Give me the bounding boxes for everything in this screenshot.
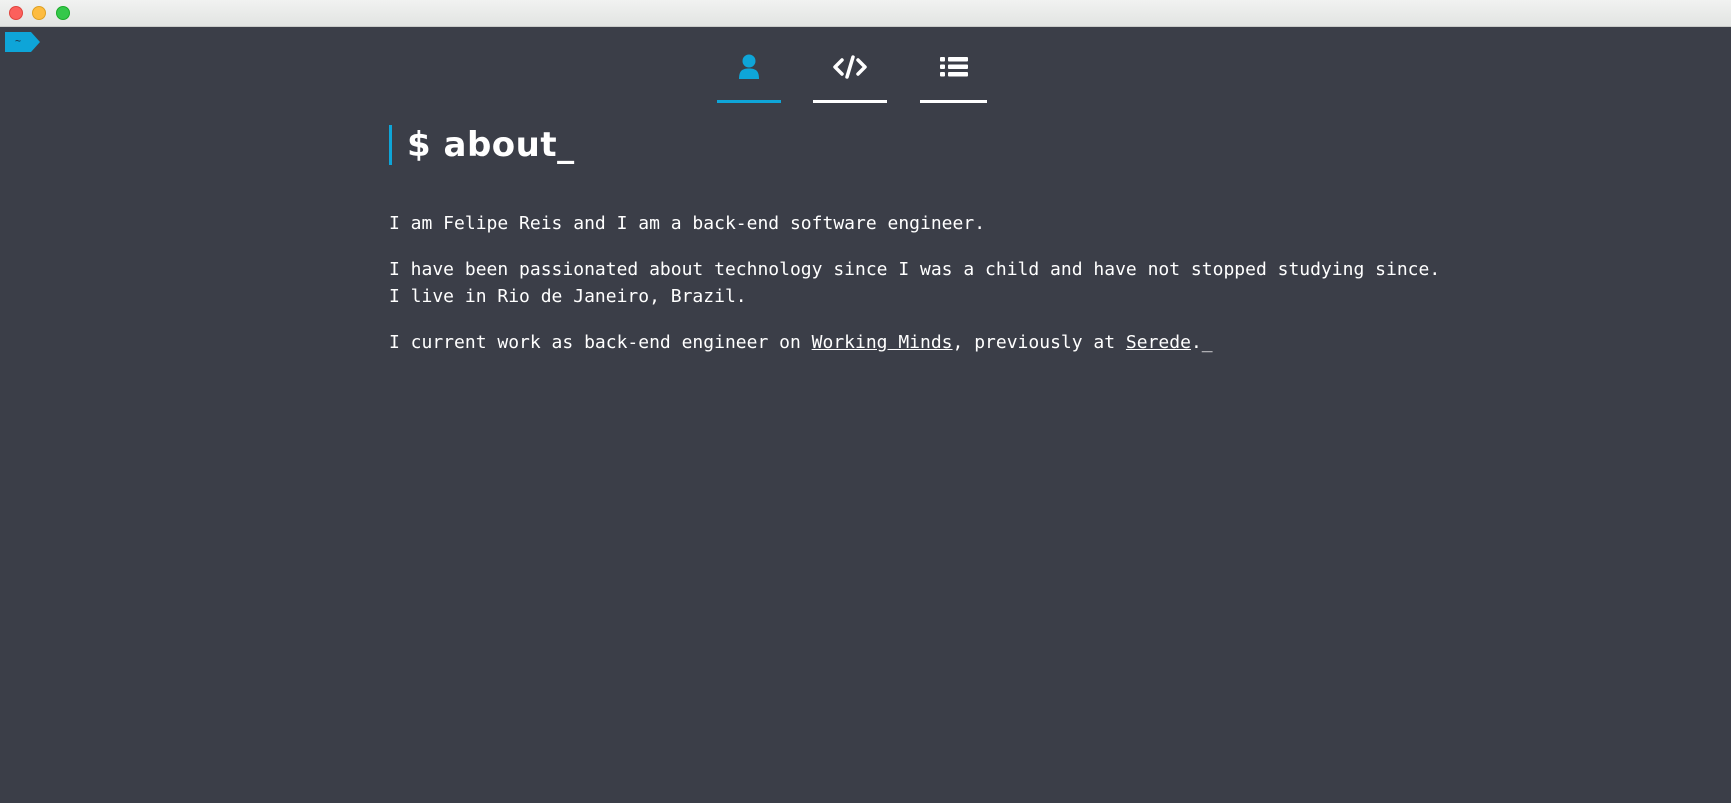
nav-about-underline	[717, 100, 781, 103]
title-bar	[0, 0, 1731, 27]
page-title: $ about_	[389, 125, 1449, 165]
list-icon	[939, 57, 968, 77]
nav-list-underline	[920, 100, 987, 103]
browser-window: ~ $ about_ I am Felipe Reis and I am a b…	[0, 0, 1731, 803]
work-text-suffix: .	[1190, 332, 1202, 353]
work-text-middle: , previously at	[952, 332, 1126, 353]
nav-item-about[interactable]	[717, 45, 781, 103]
window-title	[720, 6, 1010, 20]
maximize-window-button[interactable]	[56, 6, 70, 20]
work-paragraph: I current work as back-end engineer on W…	[389, 329, 1449, 356]
minimize-window-button[interactable]	[32, 6, 46, 20]
code-icon	[833, 55, 867, 79]
about-section: $ about_ I am Felipe Reis and I am a bac…	[389, 125, 1449, 375]
nav-item-code[interactable]	[813, 45, 887, 103]
background-paragraph: I have been passionated about technology…	[389, 259, 1441, 307]
nav-item-list[interactable]	[920, 45, 987, 103]
about-text: I am Felipe Reis and I am a back-end sof…	[389, 210, 1449, 356]
intro-paragraph: I am Felipe Reis and I am a back-end sof…	[389, 213, 986, 234]
user-icon	[739, 54, 759, 79]
blinking-cursor: _	[1201, 332, 1213, 353]
work-text-prefix: I current work as back-end engineer on	[389, 332, 812, 353]
working-minds-link[interactable]: Working Minds	[812, 332, 953, 353]
main-nav	[0, 45, 1731, 103]
nav-code-underline	[813, 100, 887, 103]
close-window-button[interactable]	[9, 6, 23, 20]
serede-link[interactable]: Serede	[1126, 332, 1191, 353]
